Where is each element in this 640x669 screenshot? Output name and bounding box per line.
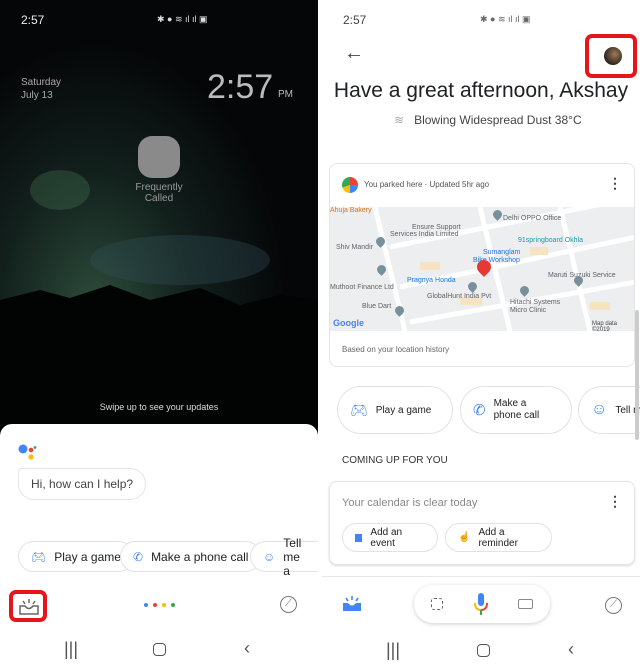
smiley-icon: ☺ — [263, 549, 276, 564]
chip-play-a-game[interactable]: 🎮︎ Play a game — [18, 541, 134, 572]
lock-date: Saturday July 13 — [21, 77, 62, 101]
frequently-called-folder[interactable] — [138, 136, 180, 178]
assistant-dots — [144, 603, 175, 607]
microphone-icon[interactable] — [473, 593, 489, 617]
parking-map[interactable]: Ahuja Bakery Delhi OPPO Office Ensure Su… — [330, 207, 634, 333]
chip-tell-me[interactable]: ☺ Tell me a — [250, 536, 318, 578]
dust-weather-icon: ≋ — [394, 113, 405, 127]
reminder-hand-icon: ☝ — [458, 532, 471, 543]
input-bar — [414, 585, 550, 623]
updates-inbox-icon[interactable] — [342, 596, 362, 612]
dot-yellow — [162, 603, 166, 607]
highlight-box-avatar — [585, 34, 637, 78]
phone-icon: ✆ — [133, 549, 144, 564]
highlight-box-updates — [9, 590, 47, 622]
chip-make-a-phone-call[interactable]: ✆ Make a phone call — [460, 386, 572, 434]
nav-home-button[interactable] — [477, 644, 490, 657]
weather-line: ≋ Blowing Widespread Dust 38°C — [394, 113, 582, 127]
lock-ampm: PM — [278, 89, 293, 100]
google-maps-icon — [342, 177, 358, 193]
calendar-card: Your calendar is clear today ⋮ Add an ev… — [329, 481, 635, 565]
lens-icon[interactable] — [431, 598, 443, 610]
assistant-greeting-bubble: Hi, how can I help? — [18, 468, 147, 500]
lock-clock: 2:57 — [207, 68, 274, 106]
add-reminder-button[interactable]: ☝ Add a reminder — [445, 523, 552, 552]
dot-green — [171, 603, 175, 607]
dot-red — [153, 603, 157, 607]
scrollbar[interactable] — [635, 310, 639, 440]
back-arrow-icon[interactable]: ← — [344, 42, 364, 65]
more-options-icon[interactable]: ⋮ — [608, 493, 622, 510]
swipe-hint: Swipe up to see your updates — [99, 402, 219, 412]
nav-recents-button[interactable]: ||| — [386, 640, 400, 661]
status-time: 2:57 — [343, 13, 367, 27]
gamepad-icon: 🎮︎ — [350, 401, 368, 418]
keyboard-icon[interactable] — [518, 599, 533, 609]
add-event-button[interactable]: Add an event — [342, 523, 438, 552]
map-attribution: Map data ©2019 — [592, 321, 618, 333]
parking-title: You parked here · Updated 5hr ago — [364, 180, 490, 189]
chip-make-a-phone-call[interactable]: ✆ Make a phone call — [120, 541, 262, 572]
section-title: COMING UP FOR YOU — [342, 455, 448, 466]
page-title: Have a great afternoon, Akshay — [333, 79, 629, 102]
assistant-sheet: Hi, how can I help? 🎮︎ Play a game ✆ Make … — [0, 424, 318, 669]
nav-back-button[interactable]: ‹ — [244, 638, 250, 659]
parking-footer: Based on your location history — [342, 345, 450, 354]
nav-home-button[interactable] — [153, 643, 166, 656]
explore-compass-icon[interactable]: ⟋ — [605, 597, 622, 614]
smiley-icon: ☺ — [591, 401, 608, 418]
chip-play-a-game[interactable]: 🎮︎ Play a game — [337, 386, 453, 434]
explore-compass-icon[interactable]: ⟋ — [280, 596, 297, 613]
gamepad-icon: 🎮︎ — [31, 549, 47, 564]
phone-icon: ✆ — [473, 402, 486, 419]
left-phone-screen: 2:57 ✱ ● ≋ ıl ıl ▣ Saturday July 13 2:57… — [0, 0, 318, 669]
dot-blue — [144, 603, 148, 607]
calendar-icon — [355, 533, 363, 542]
google-logo: Google — [333, 318, 364, 328]
nav-back-button[interactable]: ‹ — [568, 639, 574, 660]
starfield-wallpaper — [0, 0, 318, 430]
parking-card[interactable]: You parked here · Updated 5hr ago ⋮ Ahuj… — [329, 163, 635, 367]
divider — [322, 576, 640, 577]
status-icons: ✱ ● ≋ ıl ıl ▣ — [480, 14, 531, 24]
folder-label: Frequently Called — [135, 182, 183, 204]
status-time: 2:57 — [21, 13, 45, 27]
assistant-logo-icon — [18, 444, 37, 460]
status-icons: ✱ ● ≋ ıl ıl ▣ — [157, 14, 208, 24]
calendar-text: Your calendar is clear today — [342, 497, 478, 509]
right-phone-screen: 2:57 ✱ ● ≋ ıl ıl ▣ ← Have a great aftern… — [322, 0, 640, 669]
chip-tell-me[interactable]: ☺ Tell m — [578, 386, 640, 434]
more-options-icon[interactable]: ⋮ — [608, 175, 622, 192]
nav-recents-button[interactable]: ||| — [64, 639, 78, 660]
